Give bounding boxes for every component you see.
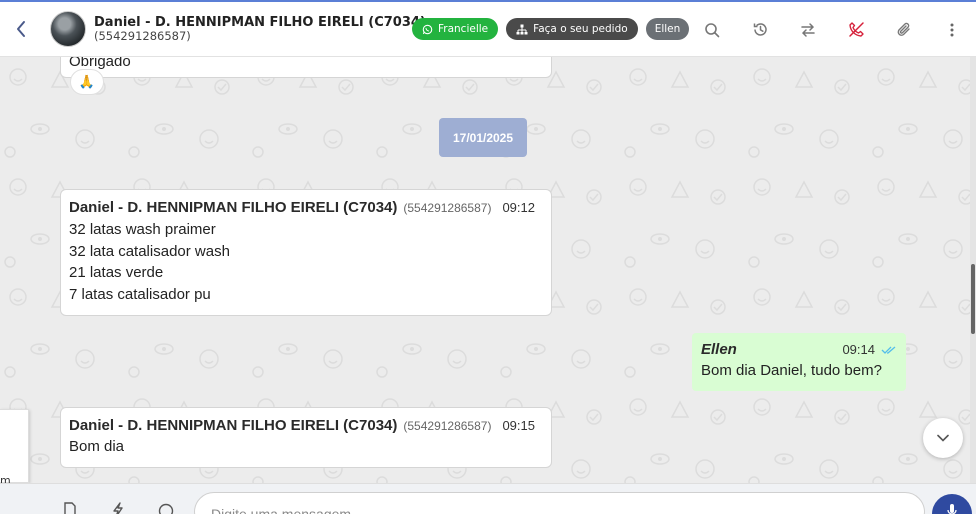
message-time: 09:12	[502, 200, 535, 215]
chevron-down-icon	[937, 434, 949, 442]
history-button[interactable]	[736, 2, 784, 57]
whatsapp-icon	[422, 24, 433, 34]
message-header: Daniel - D. HENNIPMAN FILHO EIRELI (C703…	[69, 199, 543, 216]
end-call-button[interactable]	[832, 2, 880, 57]
sender-name: Ellen	[701, 341, 737, 358]
user-pill-label: Ellen	[654, 23, 681, 35]
contact-info[interactable]: Daniel - D. HENNIPMAN FILHO EIRELI (C703…	[94, 14, 426, 43]
message-line: 32 latas wash praimer	[69, 221, 216, 238]
transfer-icon	[801, 22, 815, 37]
document-icon	[64, 502, 76, 514]
history-icon	[753, 23, 767, 36]
agent-pill[interactable]: Francielle	[412, 18, 499, 40]
sender-name: Daniel - D. HENNIPMAN FILHO EIRELI (C703…	[69, 417, 398, 434]
side-popup[interactable]: m o	[0, 409, 29, 483]
order-pill-label: Faça o seu pedido	[533, 23, 628, 35]
lightning-icon	[113, 502, 123, 514]
more-vertical-icon	[950, 23, 954, 36]
emoji-button[interactable]	[155, 502, 177, 514]
scrollbar-track[interactable]	[970, 57, 976, 483]
message-composer: Digite uma mensagem	[0, 483, 976, 514]
scrollbar-thumb[interactable]	[971, 264, 975, 334]
sender-phone: (554291286587)	[403, 201, 492, 215]
sender-phone: (554291286587)	[403, 419, 492, 433]
contact-name: Daniel - D. HENNIPMAN FILHO EIRELI (C703…	[94, 14, 426, 30]
chat-header: Daniel - D. HENNIPMAN FILHO EIRELI (C703…	[0, 0, 976, 57]
search-button[interactable]	[688, 2, 736, 57]
sender-name: Daniel - D. HENNIPMAN FILHO EIRELI (C703…	[69, 199, 398, 216]
scroll-to-bottom-button[interactable]	[923, 418, 963, 458]
side-popup-text: m o	[0, 474, 14, 483]
message-text: Obrigado	[69, 57, 131, 70]
date-separator: 17/01/2025	[439, 118, 527, 157]
transfer-button[interactable]	[784, 2, 832, 57]
message-time: 09:14	[842, 342, 875, 357]
order-pill[interactable]: Faça o seu pedido	[506, 18, 638, 40]
send-audio-button[interactable]	[932, 494, 972, 514]
attach-button[interactable]	[880, 2, 928, 57]
microphone-icon	[947, 504, 957, 514]
contact-phone: (554291286587)	[94, 28, 191, 43]
header-toolbar	[688, 2, 976, 57]
sitemap-icon	[516, 24, 528, 34]
outgoing-message[interactable]: Ellen 09:14 Bom dia Daniel, tudo bem?	[692, 333, 906, 391]
message-time: 09:15	[502, 418, 535, 433]
paperclip-icon	[897, 22, 910, 36]
message-header: Daniel - D. HENNIPMAN FILHO EIRELI (C703…	[69, 417, 543, 434]
message-line: Bom dia Daniel, tudo bem?	[701, 362, 882, 379]
message-line: Bom dia	[69, 438, 125, 455]
double-check-icon	[881, 346, 896, 354]
reaction-badge[interactable]: 🙏	[70, 69, 104, 95]
previous-message[interactable]: Obrigado	[60, 57, 552, 78]
message-input[interactable]: Digite uma mensagem	[194, 492, 925, 514]
search-icon	[705, 22, 720, 37]
message-line: 32 lata catalisador wash	[69, 242, 230, 260]
tag-pills: Francielle Faça o seu pedido Ellen	[412, 18, 697, 40]
user-pill[interactable]: Ellen	[645, 18, 690, 40]
back-button[interactable]	[0, 2, 42, 57]
message-line: 21 latas verde	[69, 264, 164, 281]
chat-area[interactable]: Obrigado 🙏 17/01/2025 Daniel - D. HENNIP…	[0, 57, 976, 483]
emoji-icon	[158, 503, 174, 514]
incoming-message[interactable]: Daniel - D. HENNIPMAN FILHO EIRELI (C703…	[60, 407, 552, 468]
message-line: 7 latas catalisador pu	[69, 285, 211, 303]
document-button[interactable]	[59, 502, 81, 514]
agent-pill-label: Francielle	[438, 23, 489, 35]
incoming-message[interactable]: Daniel - D. HENNIPMAN FILHO EIRELI (C703…	[60, 189, 552, 316]
praying-hands-icon: 🙏	[78, 74, 96, 90]
more-options-button[interactable]	[928, 2, 976, 57]
end-call-icon	[848, 22, 864, 37]
quick-reply-button[interactable]	[107, 502, 129, 514]
back-arrow-icon	[17, 21, 25, 37]
message-header: Ellen 09:14	[701, 341, 897, 358]
avatar[interactable]	[50, 11, 86, 47]
